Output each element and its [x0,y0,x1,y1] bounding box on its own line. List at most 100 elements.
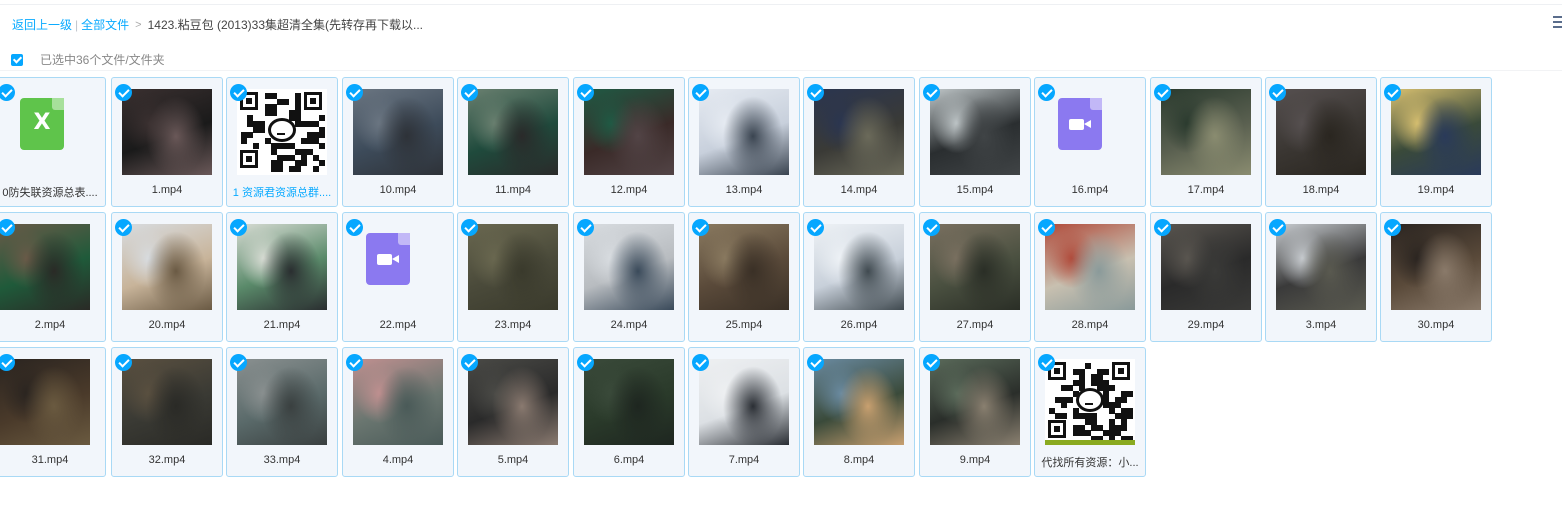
selected-check-icon[interactable] [577,219,594,236]
file-tile[interactable]: 29.mp4 [1150,212,1262,342]
file-name[interactable]: 12.mp4 [574,184,684,196]
file-name[interactable]: 29.mp4 [1151,319,1261,331]
back-link[interactable]: 返回上一级 [12,16,72,33]
selected-check-icon[interactable] [577,84,594,101]
file-tile[interactable]: 28.mp4 [1034,212,1146,342]
file-name[interactable]: 18.mp4 [1266,184,1376,196]
file-name[interactable]: 8.mp4 [804,454,914,466]
selected-check-icon[interactable] [1154,84,1171,101]
file-name[interactable]: 0防失联资源总表.... [0,184,105,200]
file-tile[interactable]: 20.mp4 [111,212,223,342]
file-tile[interactable]: 25.mp4 [688,212,800,342]
file-name[interactable]: 26.mp4 [804,319,914,331]
file-name[interactable]: 1 资源君资源总群.... [227,184,337,200]
file-name[interactable]: 4.mp4 [343,454,453,466]
file-tile[interactable]: 10.mp4 [342,77,454,207]
file-tile[interactable]: 33.mp4 [226,347,338,477]
selected-check-icon[interactable] [577,354,594,371]
selected-check-icon[interactable] [1269,219,1286,236]
file-tile[interactable]: 31.mp4 [0,347,106,477]
selected-check-icon[interactable] [807,219,824,236]
selected-check-icon[interactable] [1269,84,1286,101]
file-name[interactable]: 22.mp4 [343,319,453,331]
selected-check-icon[interactable] [346,219,363,236]
selected-check-icon[interactable] [692,84,709,101]
all-files-link[interactable]: 全部文件 [81,16,129,33]
file-tile[interactable]: 8.mp4 [803,347,915,477]
file-name[interactable]: 27.mp4 [920,319,1030,331]
file-name[interactable]: 10.mp4 [343,184,453,196]
file-name[interactable]: 19.mp4 [1381,184,1491,196]
file-tile[interactable]: 4.mp4 [342,347,454,477]
selected-check-icon[interactable] [923,354,940,371]
selected-check-icon[interactable] [1384,84,1401,101]
file-name[interactable]: 21.mp4 [227,319,337,331]
selected-check-icon[interactable] [115,219,132,236]
file-tile[interactable]: 27.mp4 [919,212,1031,342]
file-tile[interactable]: 32.mp4 [111,347,223,477]
file-name[interactable]: 24.mp4 [574,319,684,331]
selected-check-icon[interactable] [1038,219,1055,236]
selected-check-icon[interactable] [1154,219,1171,236]
selected-check-icon[interactable] [923,84,940,101]
file-name[interactable]: 28.mp4 [1035,319,1145,331]
file-tile[interactable]: 12.mp4 [573,77,685,207]
file-tile[interactable]: 23.mp4 [457,212,569,342]
file-tile[interactable]: 13.mp4 [688,77,800,207]
selected-check-icon[interactable] [346,354,363,371]
file-name[interactable]: 1.mp4 [112,184,222,196]
select-all-checkbox[interactable] [11,53,23,66]
file-tile[interactable]: 14.mp4 [803,77,915,207]
list-view-icon[interactable] [1553,16,1562,30]
selected-check-icon[interactable] [1038,354,1055,371]
selected-check-icon[interactable] [692,219,709,236]
file-tile[interactable]: 11.mp4 [457,77,569,207]
selected-check-icon[interactable] [807,354,824,371]
file-tile[interactable]: 15.mp4 [919,77,1031,207]
file-name[interactable]: 9.mp4 [920,454,1030,466]
selected-check-icon[interactable] [346,84,363,101]
file-tile[interactable]: 16.mp4 [1034,77,1146,207]
file-name[interactable]: 23.mp4 [458,319,568,331]
selected-check-icon[interactable] [461,354,478,371]
file-tile[interactable]: 6.mp4 [573,347,685,477]
file-tile[interactable]: 2.mp4 [0,212,106,342]
file-name[interactable]: 7.mp4 [689,454,799,466]
file-tile[interactable]: 代找所有资源：小... [1034,347,1146,477]
file-tile[interactable]: 19.mp4 [1380,77,1492,207]
selected-check-icon[interactable] [230,354,247,371]
selected-check-icon[interactable] [807,84,824,101]
selected-check-icon[interactable] [230,219,247,236]
file-tile[interactable]: 7.mp4 [688,347,800,477]
selected-check-icon[interactable] [923,219,940,236]
file-tile[interactable]: 1.mp4 [111,77,223,207]
file-name[interactable]: 32.mp4 [112,454,222,466]
file-name[interactable]: 11.mp4 [458,184,568,196]
file-name[interactable]: 20.mp4 [112,319,222,331]
file-name[interactable]: 2.mp4 [0,319,105,331]
file-tile[interactable]: 5.mp4 [457,347,569,477]
file-name[interactable]: 6.mp4 [574,454,684,466]
file-name[interactable]: 17.mp4 [1151,184,1261,196]
file-name[interactable]: 3.mp4 [1266,319,1376,331]
file-tile[interactable]: 22.mp4 [342,212,454,342]
file-tile[interactable]: 9.mp4 [919,347,1031,477]
file-name[interactable]: 代找所有资源：小... [1035,454,1145,470]
file-name[interactable]: 13.mp4 [689,184,799,196]
file-tile[interactable]: 24.mp4 [573,212,685,342]
file-tile[interactable]: 30.mp4 [1380,212,1492,342]
file-tile[interactable]: 18.mp4 [1265,77,1377,207]
file-name[interactable]: 33.mp4 [227,454,337,466]
file-name[interactable]: 15.mp4 [920,184,1030,196]
selected-check-icon[interactable] [461,219,478,236]
file-tile[interactable]: 26.mp4 [803,212,915,342]
selected-check-icon[interactable] [1384,219,1401,236]
file-tile[interactable]: 3.mp4 [1265,212,1377,342]
file-name[interactable]: 5.mp4 [458,454,568,466]
file-name[interactable]: 25.mp4 [689,319,799,331]
file-name[interactable]: 16.mp4 [1035,184,1145,196]
file-name[interactable]: 31.mp4 [0,454,105,466]
file-name[interactable]: 14.mp4 [804,184,914,196]
file-name[interactable]: 30.mp4 [1381,319,1491,331]
file-tile[interactable]: 21.mp4 [226,212,338,342]
